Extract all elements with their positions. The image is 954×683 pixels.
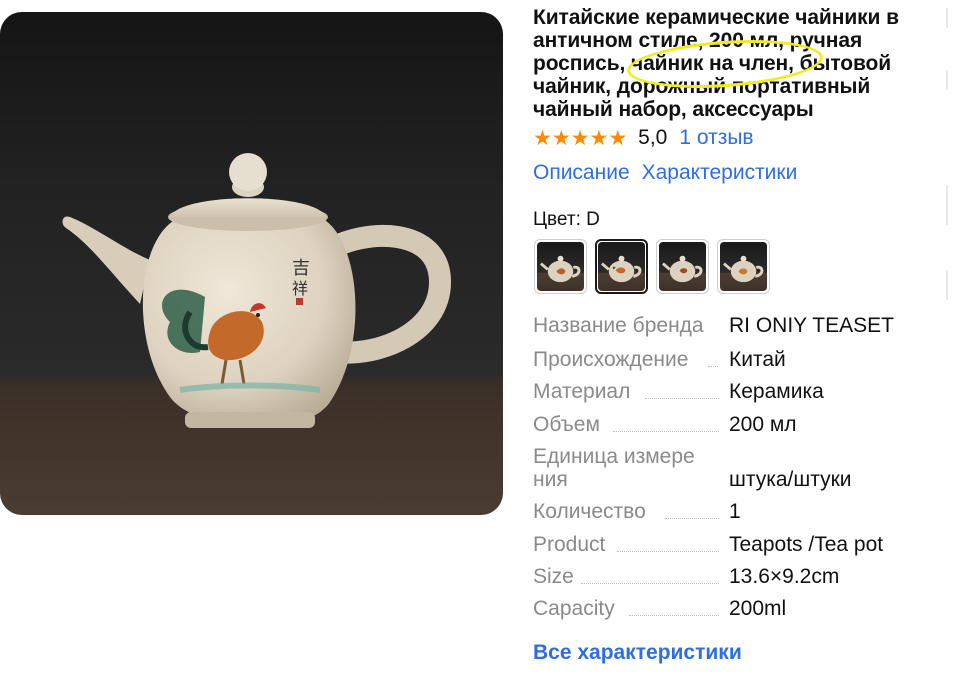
tab-characteristics[interactable]: Характеристики — [642, 161, 798, 185]
teapot-thumbnail — [659, 242, 706, 291]
color-swatch-2[interactable] — [595, 239, 648, 294]
teapot-thumbnail — [598, 242, 645, 291]
divider — [946, 185, 948, 225]
side-panel-edge — [946, 0, 954, 683]
color-swatch-1[interactable] — [534, 239, 587, 294]
spec-key: Количество — [533, 500, 719, 523]
star-icon: ★ — [608, 126, 628, 150]
spec-value: 200ml — [729, 597, 787, 620]
spec-value: 200 мл — [729, 413, 797, 436]
spec-key: Материал — [533, 380, 719, 403]
rating-row: ★ ★ ★ ★ ★ 5,0 1 отзыв — [533, 125, 754, 151]
spec-value: штука/штуки — [729, 468, 852, 491]
spec-key: Size — [533, 565, 719, 588]
rating-value: 5,0 — [638, 126, 668, 149]
reviews-link[interactable]: 1 отзыв — [679, 126, 753, 150]
rating-stars: ★ ★ ★ ★ ★ — [533, 127, 627, 149]
color-swatches — [534, 239, 770, 294]
divider — [946, 70, 948, 90]
spec-key: Capacity — [533, 597, 719, 620]
star-icon: ★ — [570, 126, 590, 150]
star-icon: ★ — [551, 126, 571, 150]
spec-key: Объем — [533, 413, 719, 436]
spec-key: Единица измере ния — [533, 445, 695, 491]
product-tabs: Описание Характеристики — [533, 161, 797, 185]
teapot-thumbnail — [537, 242, 584, 291]
svg-text:吉: 吉 — [292, 258, 310, 279]
spec-value: RI ONIY TEASET — [729, 314, 894, 337]
teapot-illustration: 吉 祥 — [62, 153, 452, 428]
svg-text:祥: 祥 — [292, 279, 308, 298]
spec-value: 13.6×9.2cm — [729, 565, 840, 588]
color-swatch-4[interactable] — [717, 239, 770, 294]
spec-value: Китай — [729, 348, 786, 371]
spec-key: Происхождение — [533, 348, 719, 371]
product-title: Китайские керамические чайники в антично… — [533, 6, 899, 121]
star-icon: ★ — [533, 126, 552, 150]
color-swatch-3[interactable] — [656, 239, 709, 294]
spec-value: Керамика — [729, 380, 824, 403]
star-icon: ★ — [589, 126, 609, 150]
spec-key: Название бренда — [533, 314, 704, 337]
spec-value: Teapots /Tea pot — [729, 533, 884, 556]
divider — [946, 270, 948, 300]
spec-key: Product — [533, 533, 719, 556]
teapot-thumbnail — [720, 242, 767, 291]
divider — [946, 8, 948, 28]
product-image[interactable]: 吉 祥 — [0, 12, 503, 515]
all-specs-link[interactable]: Все характеристики — [533, 641, 742, 665]
tab-description[interactable]: Описание — [533, 161, 630, 185]
spec-value: 1 — [729, 500, 741, 523]
color-label: Цвет: D — [533, 209, 600, 230]
